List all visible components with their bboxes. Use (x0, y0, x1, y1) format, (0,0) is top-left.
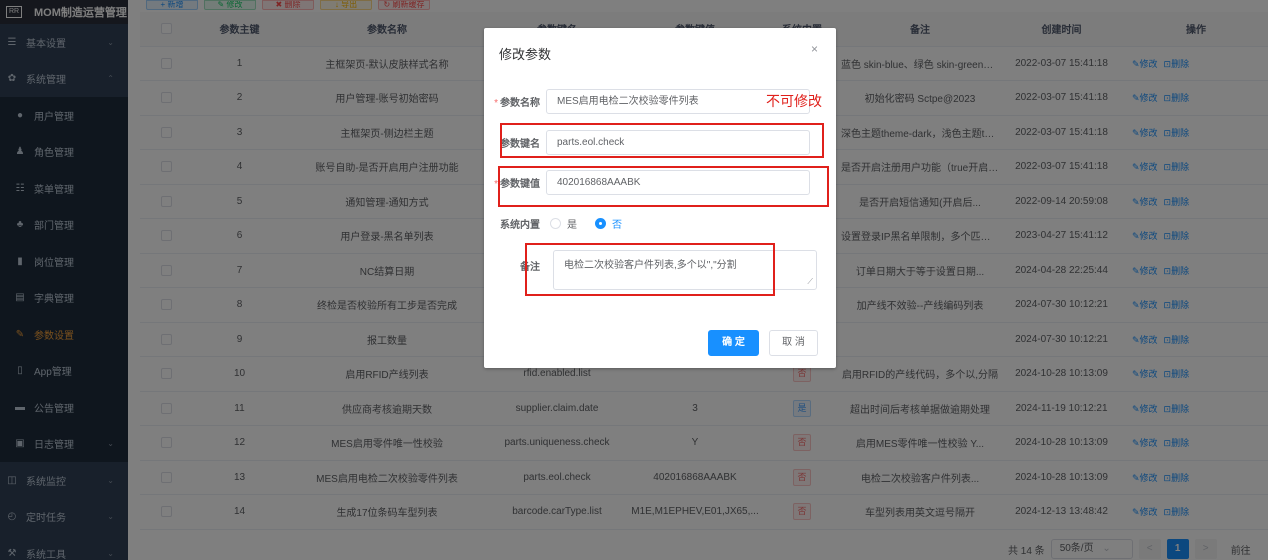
resize-grip-icon[interactable]: ⟋ (807, 277, 813, 287)
confirm-button[interactable]: 确 定 (708, 330, 759, 356)
annotation-box-remark (525, 243, 775, 296)
cancel-button[interactable]: 取 消 (769, 330, 818, 356)
form-row-builtin: 系统内置 是 否 (484, 210, 836, 236)
annotation-box-key (500, 123, 824, 158)
radio-no[interactable]: 否 (595, 216, 622, 231)
annotation-text: 不可修改 (766, 93, 822, 109)
annotation-box-value (498, 166, 829, 207)
dialog-title: 修改参数 (499, 47, 552, 62)
param-name-label: * 参数名称 (494, 97, 540, 109)
close-icon[interactable]: × (811, 42, 818, 56)
radio-yes[interactable]: 是 (550, 216, 577, 231)
radio-circle-icon (550, 217, 561, 229)
radio-checked-icon (595, 217, 606, 229)
builtin-label: 系统内置 (500, 219, 540, 231)
